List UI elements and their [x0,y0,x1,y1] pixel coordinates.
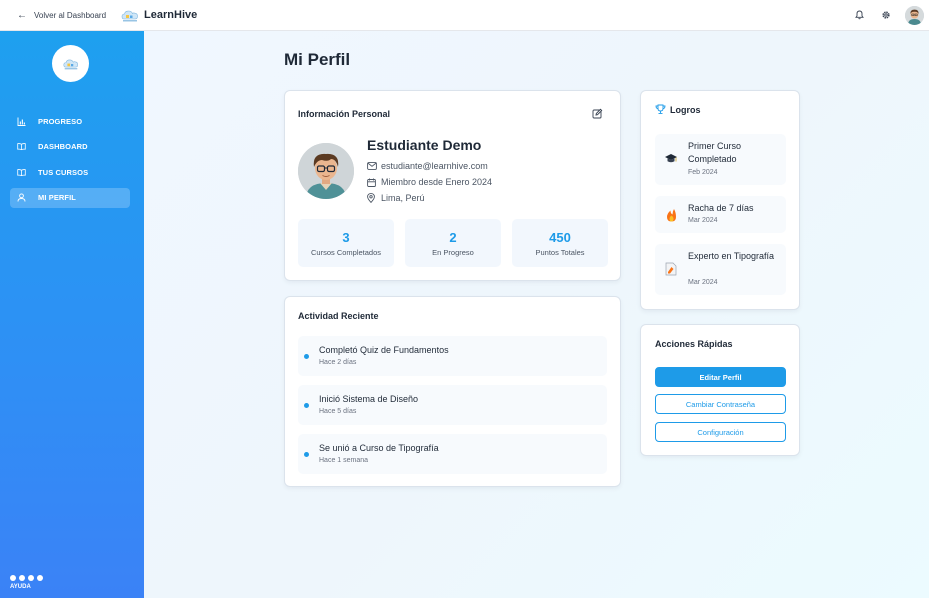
stat-value: 3 [342,230,350,245]
location-text: Lima, Perú [381,193,425,203]
stat-cursos-completados: 3 Cursos Completados [298,219,394,267]
graduation-cap-icon [664,152,678,166]
sidebar-item-label: MI PERFIL [38,193,76,202]
activity-time: Hace 2 días [319,359,357,366]
sidebar-item-mi-perfil[interactable]: MI PERFIL [10,187,130,208]
activity-time: Hace 5 días [319,408,357,415]
bullet-icon [304,452,309,457]
brand-logo-icon [121,10,138,21]
mail-icon [367,161,377,171]
activity-time: Hace 1 semana [319,457,369,464]
profile-name: Estudiante Demo [367,137,482,153]
achievement-name: Experto en Tipografía [688,251,775,261]
achievement-item: Experto en Tipografía Mar 2024 [655,244,786,295]
dots-icon [10,575,43,581]
sidebar-item-label: TUS CURSOS [38,167,89,177]
sidebar-item-dashboard[interactable]: DASHBOARD [10,137,130,157]
achievement-name: Primer Curso Completado [688,141,742,164]
top-bar: ← Volver al Dashboard LearnHive [0,0,929,31]
sidebar-item-progreso[interactable]: PROGRESO [10,111,130,131]
document-icon [664,262,678,276]
page-title: Mi Perfil [284,50,351,69]
activity-item: Se unió a Curso de Tipografía Hace 1 sem… [298,434,607,474]
activity-text: Inició Sistema de Diseño [319,394,419,404]
achievement-date: Mar 2024 [688,217,718,224]
stat-value: 2 [449,230,457,245]
sidebar-nav: PROGRESO DASHBOARD TUS CURSOS MI PERFIL [10,111,130,213]
help-label: AYUDA [10,584,31,590]
location-detail: Lima, Perú [367,193,425,203]
member-since-detail: Miembro desde Enero 2024 [367,177,492,187]
achievement-date: Mar 2024 [688,279,718,286]
activity-item: Inició Sistema de Diseño Hace 5 días [298,385,607,425]
recent-activity-card: Actividad Reciente Completó Quiz de Fund… [284,296,621,487]
bullet-icon [304,354,309,359]
stat-label: Puntos Totales [535,248,585,257]
bullet-icon [304,403,309,408]
activity-text: Completó Quiz de Fundamentos [319,345,449,355]
book-icon [17,168,26,177]
trophy-icon [655,104,666,114]
stat-label: En Progreso [432,248,474,257]
edit-icon[interactable] [592,108,603,119]
personal-info-card: Información Personal Estudiante Demo est… [284,90,621,281]
achievements-title: Logros [670,104,701,115]
achievements-card: Logros Primer Curso Completado Feb 2024 … [640,90,800,310]
user-avatar[interactable] [905,5,924,25]
sidebar-footer[interactable]: AYUDA [10,575,43,590]
edit-profile-button[interactable]: Editar Perfil [655,367,786,387]
gear-icon[interactable] [879,8,893,22]
bar-chart-icon [17,117,26,126]
arrow-left-icon: ← [17,9,27,21]
user-icon [17,193,26,202]
stat-label: Cursos Completados [310,248,382,257]
book-icon [17,142,26,151]
bell-icon[interactable] [852,8,866,22]
member-since-text: Miembro desde Enero 2024 [381,177,493,187]
back-to-dashboard-link[interactable]: ← Volver al Dashboard [17,10,106,21]
sidebar: PROGRESO DASHBOARD TUS CURSOS MI PERFIL … [0,31,144,598]
sidebar-item-label: DASHBOARD [38,142,88,151]
stat-en-progreso: 2 En Progreso [405,219,501,267]
activity-text: Se unió a Curso de Tipografía [319,443,439,453]
stat-value: 450 [549,230,571,245]
back-link-label: Volver al Dashboard [34,10,107,20]
fire-icon [664,208,678,222]
personal-info-title: Información Personal [298,109,391,119]
activity-item: Completó Quiz de Fundamentos Hace 2 días [298,336,607,376]
achievement-item: Racha de 7 días Mar 2024 [655,196,786,233]
recent-activity-title: Actividad Reciente [298,311,379,321]
calendar-icon [367,177,377,187]
sidebar-item-label: PROGRESO [38,116,83,126]
stat-puntos-totales: 450 Puntos Totales [512,219,608,267]
achievement-name: Racha de 7 días [688,203,754,213]
profile-avatar [298,143,354,199]
top-actions [839,5,924,25]
achievements-header: Logros [655,104,701,115]
email-text: estudiante@learnhive.com [381,161,488,171]
brand-logo-icon [63,59,78,69]
sidebar-item-tus-cursos[interactable]: TUS CURSOS [10,162,130,182]
main-content: Mi Perfil Información Personal Estudiant… [144,31,929,598]
brand-name: LearnHive [144,9,198,21]
email-detail: estudiante@learnhive.com [367,161,488,171]
settings-button[interactable]: Configuración [655,422,786,442]
brand[interactable]: LearnHive [120,8,197,23]
achievement-date: Feb 2024 [688,169,718,176]
change-password-button[interactable]: Cambiar Contraseña [655,394,786,414]
map-pin-icon [367,193,377,203]
achievement-item: Primer Curso Completado Feb 2024 [655,134,786,185]
quick-actions-title: Acciones Rápidas [655,339,733,349]
quick-actions-card: Acciones Rápidas Editar Perfil Cambiar C… [640,324,800,456]
sidebar-logo[interactable] [52,45,89,82]
